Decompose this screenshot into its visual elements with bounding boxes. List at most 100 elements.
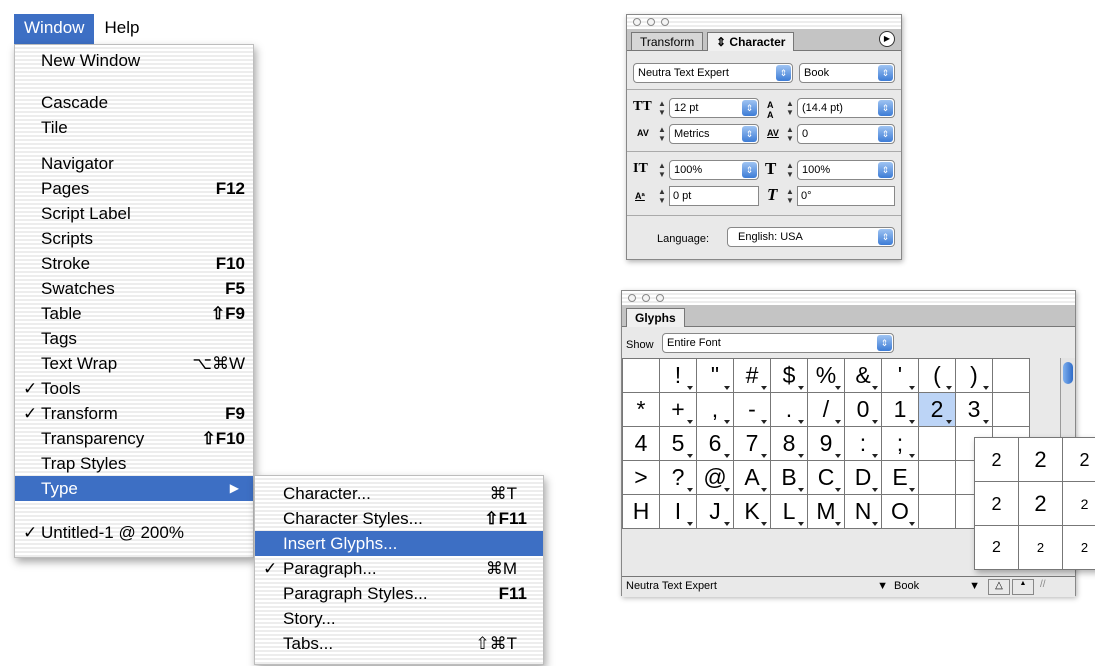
glyph-cell[interactable] (993, 393, 1030, 427)
zoom-in-mountain-icon[interactable]: ▲ (1012, 579, 1034, 595)
language-select[interactable]: English: USA ⇕ (727, 227, 895, 247)
glyph-cell[interactable]: " (697, 359, 734, 393)
glyph-cell[interactable]: H (623, 495, 660, 529)
menu-item-character[interactable]: Character... ⌘T (255, 481, 543, 506)
glyph-cell[interactable]: 9 (808, 427, 845, 461)
resize-grip-icon[interactable]: // (1040, 579, 1054, 593)
panel-title-bar[interactable] (627, 15, 901, 29)
glyph-cell[interactable]: J (697, 495, 734, 529)
font-size-field[interactable]: 12 pt ⇕ (669, 98, 759, 118)
glyph-cell[interactable]: : (845, 427, 882, 461)
glyph-cell[interactable]: + (660, 393, 697, 427)
glyph-cell[interactable]: 0 (845, 393, 882, 427)
alternate-glyph-cell[interactable]: 2 (1019, 526, 1063, 570)
glyph-cell[interactable]: ! (660, 359, 697, 393)
menu-item-cascade[interactable]: Cascade (15, 90, 253, 115)
glyph-cell[interactable]: & (845, 359, 882, 393)
glyph-cell[interactable]: , (697, 393, 734, 427)
close-icon[interactable] (628, 294, 636, 302)
glyph-cell[interactable]: $ (771, 359, 808, 393)
menu-window[interactable]: Window (14, 14, 95, 44)
menu-item-tags[interactable]: Tags (15, 326, 253, 351)
minimize-icon[interactable] (642, 294, 650, 302)
font-size-stepper[interactable]: ▲ ▼ (657, 99, 667, 117)
glyph-cell[interactable]: K (734, 495, 771, 529)
skew-field[interactable]: 0° (797, 186, 895, 206)
menu-item-transform[interactable]: ✓ Transform F9 (15, 401, 253, 426)
menu-item-pages[interactable]: Pages F12 (15, 176, 253, 201)
alternate-glyph-cell[interactable]: 2 (1019, 482, 1063, 526)
kerning-stepper[interactable]: ▲ ▼ (657, 125, 667, 143)
glyph-cell[interactable]: 5 (660, 427, 697, 461)
glyph-cell[interactable]: 1 (882, 393, 919, 427)
glyph-cell[interactable]: % (808, 359, 845, 393)
skew-stepper[interactable]: ▲ ▼ (785, 187, 795, 205)
glyph-cell[interactable]: 8 (771, 427, 808, 461)
menu-item-text-wrap[interactable]: Text Wrap ⌥⌘W (15, 351, 253, 376)
tab-character[interactable]: ⇕ Character (707, 32, 795, 51)
panel-title-bar[interactable] (622, 291, 1075, 305)
panel-menu-button[interactable]: ▶ (879, 31, 895, 47)
menu-item-tile[interactable]: Tile (15, 115, 253, 140)
menu-item-paragraph[interactable]: ✓ Paragraph... ⌘M (255, 556, 543, 581)
menu-item-stroke[interactable]: Stroke F10 (15, 251, 253, 276)
menu-item-character-styles[interactable]: Character Styles... ⇧F11 (255, 506, 543, 531)
alternate-glyph-cell[interactable]: 2 (975, 526, 1019, 570)
alternate-glyph-cell[interactable]: 2 (975, 438, 1019, 482)
alternate-glyph-cell[interactable]: 2 (975, 482, 1019, 526)
glyph-cell[interactable]: 4 (623, 427, 660, 461)
kerning-field[interactable]: Metrics ⇕ (669, 124, 759, 144)
glyph-cell[interactable]: - (734, 393, 771, 427)
glyph-cell[interactable]: ' (882, 359, 919, 393)
glyph-cell[interactable]: ( (919, 359, 956, 393)
glyph-cell[interactable]: 7 (734, 427, 771, 461)
scroll-thumb[interactable] (1063, 362, 1073, 384)
menu-item-swatches[interactable]: Swatches F5 (15, 276, 253, 301)
font-style-select[interactable]: Book ⇕ (799, 63, 895, 83)
glyph-cell[interactable]: O (882, 495, 919, 529)
zoom-out-mountain-icon[interactable]: △ (988, 579, 1010, 595)
menu-item-table[interactable]: Table ⇧F9 (15, 301, 253, 326)
glyph-cell[interactable]: 2 (919, 393, 956, 427)
glyph-cell[interactable]: 3 (956, 393, 993, 427)
glyph-cell[interactable]: * (623, 393, 660, 427)
zoom-icon[interactable] (661, 18, 669, 26)
vertical-scale-field[interactable]: 100% ⇕ (669, 160, 759, 180)
horizontal-scale-field[interactable]: 100% ⇕ (797, 160, 895, 180)
glyph-cell[interactable] (919, 495, 956, 529)
menu-item-script-label[interactable]: Script Label (15, 201, 253, 226)
menu-item-transparency[interactable]: Transparency ⇧F10 (15, 426, 253, 451)
leading-field[interactable]: (14.4 pt) ⇕ (797, 98, 895, 118)
show-select[interactable]: Entire Font ⇕ (662, 333, 894, 353)
glyph-cell[interactable]: ) (956, 359, 993, 393)
glyph-cell[interactable]: M (808, 495, 845, 529)
zoom-icon[interactable] (656, 294, 664, 302)
baseline-shift-field[interactable]: 0 pt (669, 186, 759, 206)
glyph-cell[interactable]: 6 (697, 427, 734, 461)
footer-style-select[interactable]: Book ▼ (894, 580, 980, 592)
minimize-icon[interactable] (647, 18, 655, 26)
glyph-cell[interactable]: ; (882, 427, 919, 461)
menu-item-insert-glyphs[interactable]: Insert Glyphs... (255, 531, 543, 556)
menu-item-type[interactable]: Type ▶ (15, 476, 253, 501)
glyph-cell[interactable] (919, 461, 956, 495)
baseline-shift-stepper[interactable]: ▲ ▼ (657, 187, 667, 205)
menu-item-paragraph-styles[interactable]: Paragraph Styles... F11 (255, 581, 543, 606)
glyph-cell[interactable]: @ (697, 461, 734, 495)
glyph-cell[interactable]: C (808, 461, 845, 495)
glyph-cell[interactable]: # (734, 359, 771, 393)
alternate-glyph-cell[interactable]: 2 (1019, 438, 1063, 482)
glyph-cell[interactable]: B (771, 461, 808, 495)
footer-font-select[interactable]: Neutra Text Expert ▼ (626, 580, 888, 592)
menu-item-tabs[interactable]: Tabs... ⇧⌘T (255, 631, 543, 656)
glyph-cell[interactable] (623, 359, 660, 393)
tab-transform[interactable]: Transform (631, 32, 704, 50)
glyph-cell[interactable]: . (771, 393, 808, 427)
menu-item-trap-styles[interactable]: Trap Styles (15, 451, 253, 476)
menu-item-tools[interactable]: ✓ Tools (15, 376, 253, 401)
glyph-cell[interactable]: > (623, 461, 660, 495)
menu-item-story[interactable]: Story... (255, 606, 543, 631)
alternate-glyph-cell[interactable]: 2 (1063, 526, 1095, 570)
glyph-cell[interactable]: N (845, 495, 882, 529)
tab-glyphs[interactable]: Glyphs (626, 308, 685, 327)
